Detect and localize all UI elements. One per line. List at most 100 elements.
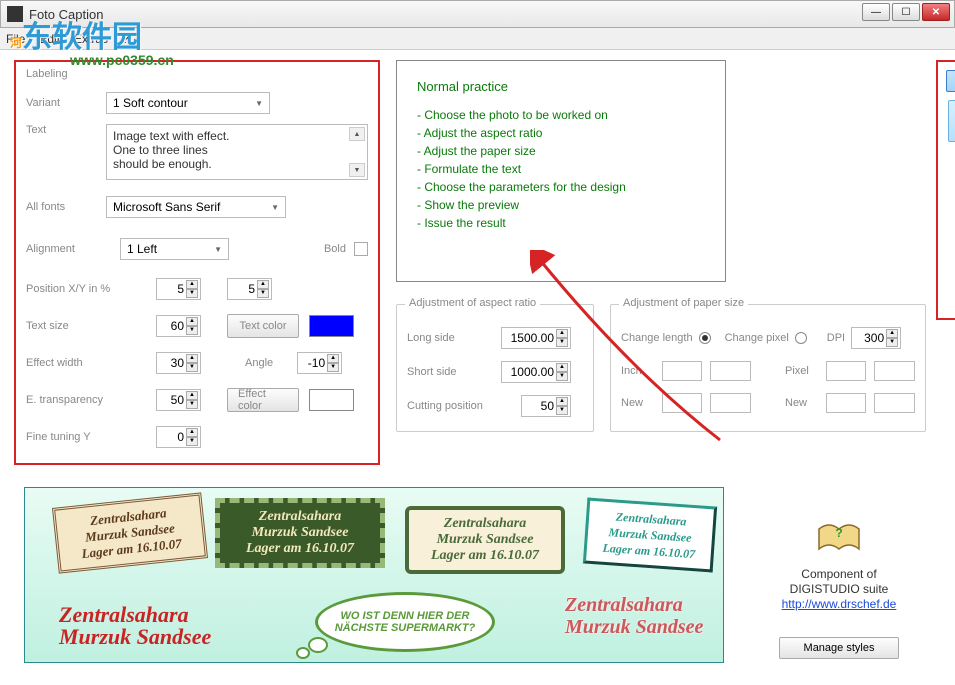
footer-info: ? Component of DIGISTUDIO suite http://w… (749, 519, 929, 659)
new-pixel-h-input[interactable] (874, 393, 915, 413)
cutpos-label: Cutting position (407, 400, 493, 412)
new-label-2: New (785, 397, 818, 409)
angle-spinner[interactable]: -10▲▼ (297, 352, 342, 374)
close-button[interactable]: ✕ (922, 3, 950, 21)
textcolor-button[interactable]: Text color (227, 314, 299, 338)
menu-edit[interactable]: Edit (39, 32, 60, 46)
pixel-h-input[interactable] (874, 361, 915, 381)
aspect-group-label: Adjustment of aspect ratio (405, 297, 540, 309)
pixel-w-input[interactable] (826, 361, 867, 381)
effectwidth-label: Effect width (26, 357, 106, 369)
sample-banner: Zentralsahara Murzuk Sandsee Lager am 16… (24, 487, 724, 663)
inch-w-input[interactable] (662, 361, 703, 381)
website-link[interactable]: http://www.drschef.de (782, 597, 897, 611)
svg-text:?: ? (835, 526, 842, 540)
menu-extras[interactable]: Extras (74, 32, 108, 46)
manage-styles-button[interactable]: Manage styles (779, 637, 899, 659)
effectcolor-button[interactable]: Effect color (227, 388, 299, 412)
actions-panel: Demo Fonts Select picture Preview Furthe… (936, 60, 955, 320)
textsize-spinner[interactable]: 60▲▼ (156, 315, 201, 337)
dpi-label: DPI (827, 332, 845, 344)
text-value: Image text with effect. One to three lin… (113, 129, 230, 171)
speech-bubble: WO IST DENN HIER DER NÄCHSTE SUPERMARKT? (315, 592, 495, 652)
paper-group: Adjustment of paper size Change length C… (610, 304, 926, 432)
text-input[interactable]: Image text with effect. One to three lin… (106, 124, 368, 180)
new-label-1: New (621, 397, 654, 409)
effectcolor-swatch[interactable] (309, 389, 354, 411)
menu-help[interactable]: ? (122, 32, 129, 46)
bold-checkbox[interactable] (354, 242, 368, 256)
preview-line: - Adjust the aspect ratio (417, 124, 705, 142)
labeling-group-label: Labeling (26, 68, 368, 80)
posx-spinner[interactable]: 5▲▼ (156, 278, 201, 300)
scroll-up-icon[interactable]: ▲ (349, 127, 365, 141)
preview-title: Normal practice (417, 79, 705, 94)
allfonts-value: Microsoft Sans Serif (113, 200, 220, 214)
effectwidth-spinner[interactable]: 30▲▼ (156, 352, 201, 374)
new-pixel-w-input[interactable] (826, 393, 867, 413)
variant-combo[interactable]: 1 Soft contour ▼ (106, 92, 270, 114)
bold-label: Bold (324, 243, 346, 255)
sample-text: Zentralsahara Murzuk Sandsee (565, 594, 703, 638)
textcolor-swatch[interactable] (309, 315, 354, 337)
sample-stamp: Zentralsahara Murzuk Sandsee Lager am 16… (52, 492, 208, 573)
minimize-button[interactable]: — (862, 3, 890, 21)
finetuning-label: Fine tuning Y (26, 431, 106, 443)
changelength-radio[interactable] (699, 332, 711, 344)
changepixel-radio[interactable] (795, 332, 807, 344)
text-label: Text (26, 124, 106, 136)
preview-frame: Normal practice - Choose the photo to be… (396, 60, 726, 282)
alignment-value: 1 Left (127, 242, 157, 256)
preview-line: - Adjust the paper size (417, 142, 705, 160)
variant-label: Variant (26, 97, 106, 109)
cutpos-spinner[interactable]: 50▲▼ (521, 395, 571, 417)
dpi-spinner[interactable]: 300▲▼ (851, 327, 901, 349)
suite-label: DIGISTUDIO suite (749, 582, 929, 597)
labeling-panel: Labeling Variant 1 Soft contour ▼ Text I… (14, 60, 380, 465)
menubar: File Edit Extras ? (0, 28, 955, 50)
sample-stamp: Zentralsahara Murzuk Sandsee Lager am 16… (405, 506, 565, 574)
longside-label: Long side (407, 332, 493, 344)
component-label: Component of (749, 567, 929, 582)
select-picture-button[interactable]: Select picture (948, 100, 955, 142)
posy-spinner[interactable]: 5▲▼ (227, 278, 272, 300)
posxy-label: Position X/Y in % (26, 283, 126, 295)
angle-label: Angle (245, 357, 273, 369)
sample-stamp: Zentralsahara Murzuk Sandsee Lager am 16… (215, 498, 385, 568)
textsize-label: Text size (26, 320, 106, 332)
aspect-group: Adjustment of aspect ratio Long side 150… (396, 304, 594, 432)
alignment-label: Alignment (26, 243, 96, 255)
chevron-down-icon: ▼ (271, 203, 279, 212)
allfonts-label: All fonts (26, 201, 106, 213)
longside-spinner[interactable]: 1500.00▲▼ (501, 327, 571, 349)
titlebar: Foto Caption — ☐ ✕ (0, 0, 955, 28)
new-inch-w-input[interactable] (662, 393, 703, 413)
scroll-down-icon[interactable]: ▼ (349, 163, 365, 177)
shortside-label: Short side (407, 366, 493, 378)
changelength-label: Change length (621, 332, 693, 344)
maximize-button[interactable]: ☐ (892, 3, 920, 21)
app-icon (7, 6, 23, 22)
preview-line: - Choose the parameters for the design (417, 178, 705, 196)
pixel-label: Pixel (785, 365, 818, 377)
inch-label: Inch (621, 365, 654, 377)
finetuning-spinner[interactable]: 0▲▼ (156, 426, 201, 448)
preview-line: - Show the preview (417, 196, 705, 214)
chevron-down-icon: ▼ (255, 99, 263, 108)
preview-line: - Choose the photo to be worked on (417, 106, 705, 124)
inch-h-input[interactable] (710, 361, 751, 381)
alignment-combo[interactable]: 1 Left ▼ (120, 238, 229, 260)
help-book-icon: ? (814, 519, 864, 559)
sample-stamp: Zentralsahara Murzuk Sandsee Lager am 16… (583, 498, 717, 573)
etransp-label: E. transparency (26, 394, 106, 406)
new-inch-h-input[interactable] (710, 393, 751, 413)
allfonts-combo[interactable]: Microsoft Sans Serif ▼ (106, 196, 286, 218)
shortside-spinner[interactable]: 1000.00▲▼ (501, 361, 571, 383)
variant-value: 1 Soft contour (113, 96, 188, 110)
chevron-down-icon: ▼ (214, 245, 222, 254)
menu-file[interactable]: File (6, 32, 25, 46)
demo-button[interactable]: Demo (946, 70, 955, 92)
etransp-spinner[interactable]: 50▲▼ (156, 389, 201, 411)
preview-line: - Formulate the text (417, 160, 705, 178)
changepixel-label: Change pixel (725, 332, 789, 344)
